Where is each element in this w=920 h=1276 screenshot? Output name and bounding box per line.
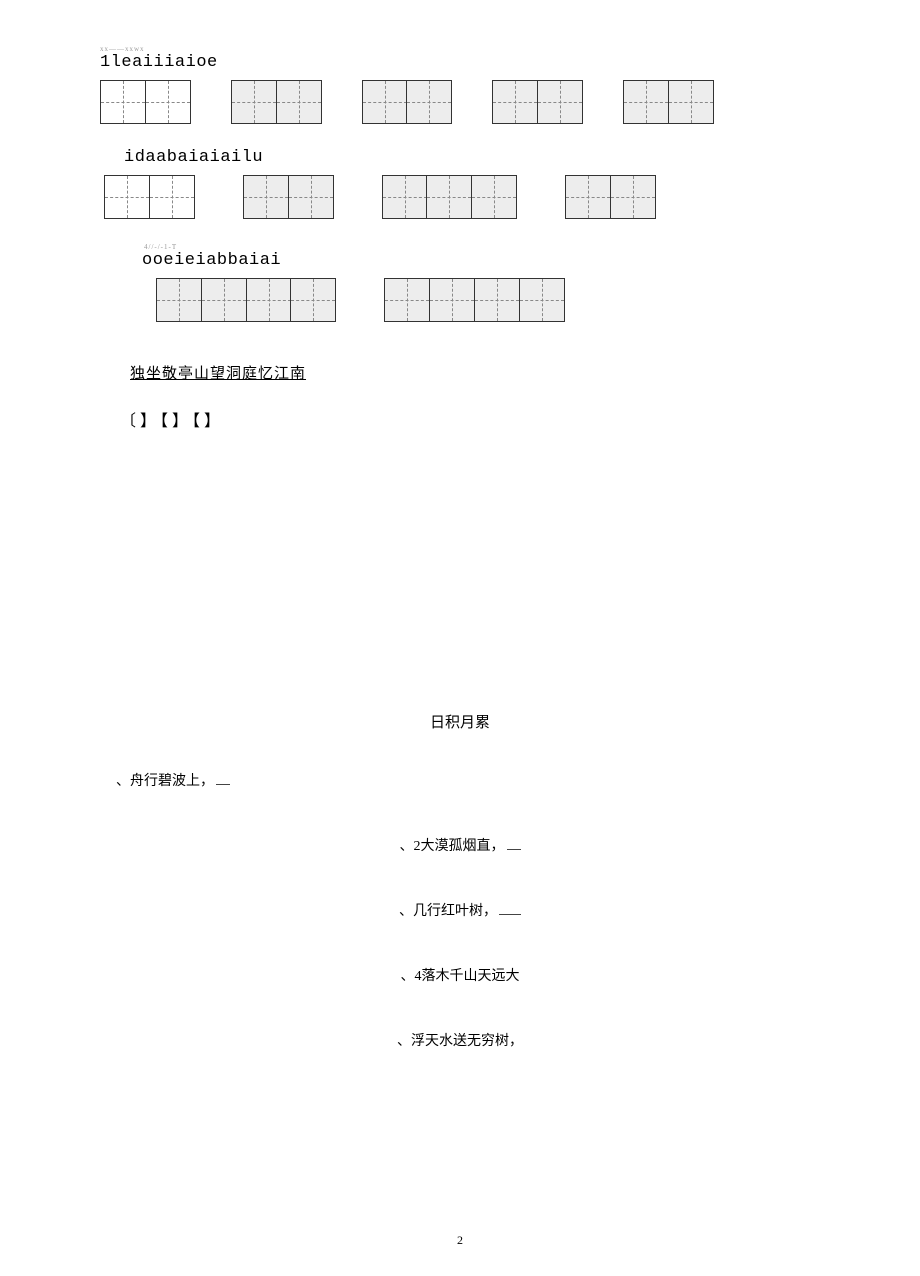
writing-cell (243, 175, 289, 219)
writing-cell (290, 278, 336, 322)
writing-cell (384, 278, 430, 322)
poem-line-4: 、4落木千山天远大 (100, 965, 820, 985)
box-row-1 (100, 80, 820, 124)
box-group (384, 278, 564, 322)
writing-cell (362, 80, 408, 124)
writing-cell (156, 278, 202, 322)
writing-cell (668, 80, 714, 124)
writing-cell (492, 80, 538, 124)
writing-cell (519, 278, 565, 322)
box-row-2 (104, 175, 820, 219)
pinyin-line-1: 1leaiiiaioe (100, 53, 820, 72)
writing-cell (246, 278, 292, 322)
writing-cell (382, 175, 428, 219)
underline-title: 独坐敬亭山望洞庭忆江南 (130, 362, 820, 383)
box-group (565, 175, 656, 219)
poem-text: 、4落木千山天远大 (401, 969, 520, 984)
box-row-3 (156, 278, 820, 322)
writing-cell (201, 278, 247, 322)
box-group (231, 80, 322, 124)
writing-cell (276, 80, 322, 124)
poem-line-5: 、浮天水送无穷树， (100, 1030, 820, 1050)
writing-cell (474, 278, 520, 322)
writing-cell (104, 175, 150, 219)
box-group (382, 175, 518, 219)
box-group (623, 80, 714, 124)
writing-cell (406, 80, 452, 124)
writing-cell (426, 175, 472, 219)
tiny-label-b: 4//-/-1-T (144, 243, 820, 251)
poem-text: 、2大漠孤烟直， (400, 839, 505, 854)
writing-cell (288, 175, 334, 219)
poem-text: 、浮天水送无穷树， (397, 1034, 523, 1049)
writing-cell (429, 278, 475, 322)
writing-cell (231, 80, 277, 124)
section-title: 日积月累 (100, 711, 820, 732)
poem-line-2: 、2大漠孤烟直， (100, 835, 820, 855)
box-group (243, 175, 334, 219)
poem-text: 、几行红叶树， (399, 904, 497, 919)
writing-cell (100, 80, 146, 124)
pinyin-line-3: ooeieiabbaiai (142, 251, 820, 270)
fill-blank[interactable] (499, 914, 521, 915)
fill-blank[interactable] (507, 849, 521, 850)
box-group (362, 80, 453, 124)
page-number: 2 (0, 1233, 920, 1248)
fill-blank[interactable] (216, 784, 230, 785)
writing-cell (145, 80, 191, 124)
box-group (104, 175, 195, 219)
writing-cell (565, 175, 611, 219)
writing-cell (537, 80, 583, 124)
writing-cell (610, 175, 656, 219)
brackets-row: 〔】【】【】 (120, 407, 820, 431)
writing-cell (471, 175, 517, 219)
poem-line-1: 、舟行碧波上， (116, 770, 820, 790)
writing-cell (149, 175, 195, 219)
box-group (100, 80, 191, 124)
poem-text: 、舟行碧波上， (116, 774, 214, 789)
pinyin-line-2: idaabaiaiailu (124, 148, 820, 167)
tiny-label-a: xx——xxwx (100, 45, 820, 53)
poem-line-3: 、几行红叶树， (100, 900, 820, 920)
box-group (492, 80, 583, 124)
writing-cell (623, 80, 669, 124)
box-group (156, 278, 336, 322)
